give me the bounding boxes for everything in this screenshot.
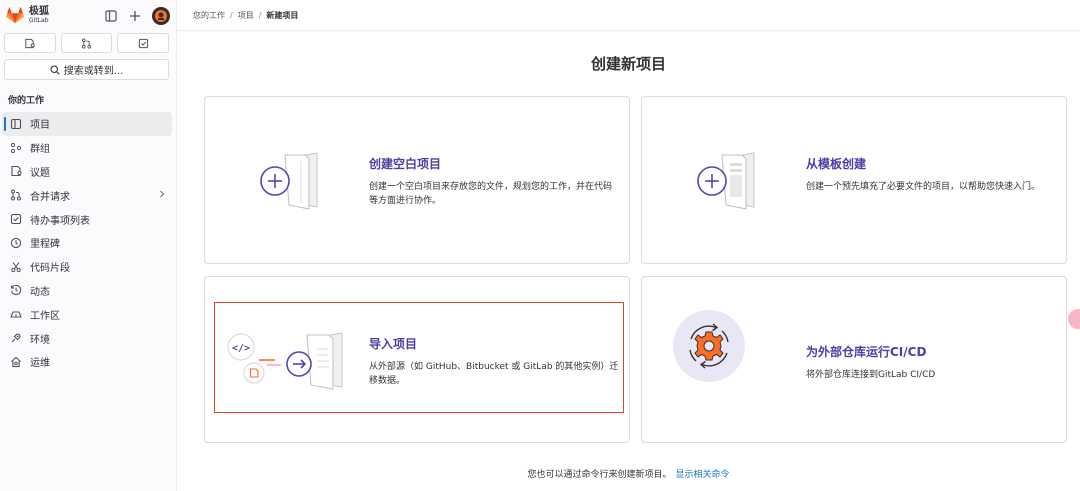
sidebar-item-label: 里程碑	[30, 239, 60, 251]
blank-page-plus-icon	[260, 152, 318, 210]
show-commands-link[interactable]: 显示相关命令	[676, 470, 730, 480]
sidebar: 极狐 GitLab 搜索或转到... 你的工作 项目 群组 议题 合并请求 待办…	[0, 0, 177, 491]
card-body: 创建空白项目 创建一个空白项目来存放您的文件，规划您的工作，并在代码等方面进行协…	[369, 155, 619, 208]
sidebar-item-label: 代码片段	[30, 263, 70, 275]
sidebar-item-snippets[interactable]: 代码片段	[2, 255, 172, 279]
sidebar-item-issues[interactable]: 议题	[2, 160, 172, 184]
sidebar-item-operations[interactable]: 运维	[2, 350, 172, 374]
sidebar-item-groups[interactable]: 群组	[2, 136, 172, 160]
blank-project-illustration	[255, 149, 325, 214]
sidebar-item-activity[interactable]: 动态	[2, 279, 172, 303]
card-title: 为外部仓库运行CI/CD	[806, 345, 927, 359]
issue-icon	[25, 38, 35, 48]
sidebar-item-milestones[interactable]: 里程碑	[2, 231, 172, 255]
activity-icon	[10, 284, 22, 296]
card-title: 从模板创建	[806, 157, 867, 171]
workspace-icon	[10, 308, 22, 320]
template-page-plus-icon	[697, 152, 755, 210]
sidebar-nav: 项目 群组 议题 合并请求 待办事项列表 里程碑 代码片段 动态 工作区 环境 …	[0, 112, 176, 374]
todo-icon	[138, 38, 148, 48]
merge-request-icon	[81, 37, 92, 49]
sidebar-item-workspaces[interactable]: 工作区	[2, 302, 172, 326]
breadcrumb-new-project[interactable]: 新建项目	[266, 10, 298, 21]
avatar-image-icon	[155, 9, 167, 22]
sidebar-item-label: 动态	[30, 286, 50, 298]
brand-name-en: GitLab	[29, 17, 49, 24]
environment-icon	[10, 332, 22, 344]
sidebar-item-label: 项目	[30, 120, 50, 132]
issue-icon	[10, 165, 22, 177]
merge-request-icon	[10, 189, 22, 201]
sidebar-header: 极狐 GitLab	[0, 0, 176, 31]
breadcrumb-projects[interactable]: 项目	[238, 10, 254, 21]
sidebar-item-label: 群组	[30, 144, 50, 156]
command-line-hint-text: 您也可以通过命令行来创建新项目。	[527, 470, 672, 480]
merge-requests-counter-button[interactable]	[60, 33, 113, 53]
user-avatar[interactable]	[152, 6, 170, 25]
plus-icon	[130, 10, 140, 21]
sidebar-item-projects[interactable]: 项目	[2, 112, 172, 136]
import-card-highlight	[214, 302, 624, 413]
brand-name-cn: 极狐	[29, 6, 49, 17]
command-line-hint: 您也可以通过命令行来创建新项目。 显示相关命令	[177, 467, 1080, 480]
gitlab-fox-icon	[6, 7, 24, 24]
ci-cd-external-repo-card[interactable]: 为外部仓库运行CI/CD 将外部仓库连接到GitLab CI/CD	[641, 276, 1067, 443]
todo-icon	[10, 213, 22, 225]
milestone-icon	[10, 237, 22, 249]
sidebar-item-label: 议题	[30, 167, 50, 179]
sidebar-item-label: 工作区	[30, 310, 60, 322]
card-body: 为外部仓库运行CI/CD 将外部仓库连接到GitLab CI/CD	[806, 343, 1056, 382]
create-new-button[interactable]	[128, 9, 142, 23]
template-illustration	[692, 149, 762, 214]
ci-cd-illustration	[672, 309, 746, 386]
sidebar-item-label: 合并请求	[30, 191, 70, 203]
card-description: 将外部仓库连接到GitLab CI/CD	[806, 370, 936, 380]
breadcrumb-your-work[interactable]: 您的工作	[193, 10, 225, 21]
breadcrumb: 您的工作 / 项目 / 新建项目	[177, 0, 1080, 31]
card-description: 创建一个预先填充了必要文件的项目，以帮助您快速入门。	[806, 182, 1041, 192]
sidebar-toggle-icon	[105, 9, 117, 22]
brand-logo[interactable]: 极狐 GitLab	[6, 7, 49, 24]
sidebar-counters	[0, 31, 176, 53]
gear-cycle-icon	[673, 310, 745, 382]
sidebar-item-todos[interactable]: 待办事项列表	[2, 207, 172, 231]
sidebar-item-label: 待办事项列表	[30, 215, 90, 227]
create-blank-project-card[interactable]: 创建空白项目 创建一个空白项目来存放您的文件，规划您的工作，并在代码等方面进行协…	[204, 96, 630, 264]
card-body: 从模板创建 创建一个预先填充了必要文件的项目，以帮助您快速入门。	[806, 155, 1056, 194]
sidebar-item-environments[interactable]: 环境	[2, 326, 172, 350]
issues-counter-button[interactable]	[4, 33, 56, 53]
sidebar-item-label: 环境	[30, 334, 50, 346]
search-icon	[50, 64, 60, 75]
snippet-icon	[10, 261, 22, 273]
search-button[interactable]: 搜索或转到...	[4, 59, 169, 80]
main-content: 创建新项目 创建空白项目 创建一个空白项目来存放您的文件，规划您的工作，并在代码…	[177, 31, 1080, 491]
chevron-right-icon	[158, 190, 166, 201]
search-label: 搜索或转到...	[63, 66, 124, 77]
todos-counter-button[interactable]	[117, 33, 170, 53]
operations-icon	[10, 356, 22, 368]
toggle-sidebar-button[interactable]	[104, 9, 118, 23]
brand-text: 极狐 GitLab	[29, 7, 49, 24]
create-from-template-card[interactable]: 从模板创建 创建一个预先填充了必要文件的项目，以帮助您快速入门。	[641, 96, 1067, 264]
sidebar-section-title: 你的工作	[8, 96, 45, 106]
sidebar-top-actions	[104, 6, 170, 25]
breadcrumb-separator: /	[230, 10, 233, 20]
sidebar-item-label: 运维	[30, 358, 50, 370]
floating-helper-icon[interactable]	[1068, 309, 1080, 329]
project-icon	[10, 118, 22, 130]
breadcrumb-separator: /	[258, 10, 262, 20]
card-description: 创建一个空白项目来存放您的文件，规划您的工作，并在代码等方面进行协作。	[369, 182, 613, 206]
card-title: 创建空白项目	[369, 157, 442, 171]
page-title: 创建新项目	[590, 55, 666, 73]
sidebar-item-merge-requests[interactable]: 合并请求	[2, 183, 172, 207]
group-icon	[10, 142, 22, 154]
